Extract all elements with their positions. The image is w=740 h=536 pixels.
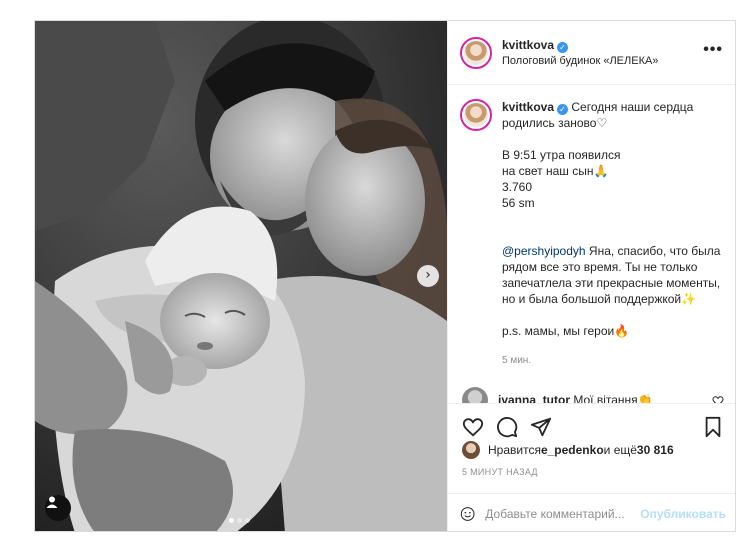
verified-badge-icon: ✓ <box>557 104 569 115</box>
author-avatar[interactable] <box>460 36 492 69</box>
caption-paragraph-2: В 9:51 утра появился на свет наш сын🙏 3.… <box>502 148 621 210</box>
caption-paragraph-3: @pershyipodyh Яна, спасибо, что была ряд… <box>502 227 722 307</box>
carousel-dot <box>245 518 250 523</box>
caption-avatar[interactable] <box>460 99 492 131</box>
mention-link[interactable]: @pershyipodyh <box>502 244 586 258</box>
emoji-smiley-icon[interactable] <box>460 502 475 526</box>
likes-prefix: Нравится <box>488 443 541 457</box>
carousel-indicators <box>229 518 250 523</box>
caption-time: 5 мин. <box>502 355 532 366</box>
comment-bubble-icon[interactable] <box>496 416 518 438</box>
post-header: kvittkova ✓ Пологовий будинок «ЛЕЛЕКА» ••… <box>448 21 735 85</box>
like-heart-icon[interactable] <box>462 416 484 438</box>
commenter-username[interactable]: ivanna_tutor <box>498 393 570 403</box>
tagged-users-button[interactable] <box>45 495 71 521</box>
caption: kvittkova ✓ Сегодня наши сердца родились … <box>460 99 726 369</box>
caption-paragraph-4: p.s. мамы, мы герои🔥 <box>502 324 630 338</box>
comment-input[interactable] <box>485 506 641 521</box>
author-username[interactable]: kvittkova <box>502 38 554 52</box>
post-photo[interactable]: › <box>35 21 447 531</box>
verified-badge-icon: ✓ <box>557 41 569 53</box>
carousel-dot <box>237 518 242 523</box>
publish-comment-button[interactable]: Опубликовать <box>640 507 726 521</box>
more-options-button[interactable]: ••• <box>703 41 723 59</box>
add-comment-bar: Опубликовать <box>448 493 735 531</box>
likes-middle: и ещё <box>603 443 637 457</box>
commenter-avatar[interactable] <box>462 387 488 403</box>
carousel-dot <box>229 518 234 523</box>
save-bookmark-icon[interactable] <box>702 416 724 438</box>
user-icon <box>46 496 58 508</box>
comment-item: ivanna_tutor Мої вітання👏 <box>460 387 726 403</box>
caption-username[interactable]: kvittkova <box>502 100 554 114</box>
share-paper-plane-icon[interactable] <box>530 416 552 438</box>
photo-illustration <box>35 21 447 531</box>
likes-summary[interactable]: Нравится e_pedenko и ещё 30 816 <box>462 441 674 459</box>
post-card: › kvittkova ✓ Пологовий будинок «ЛЕЛЕКА» … <box>34 20 736 532</box>
like-comment-heart-icon[interactable] <box>712 395 724 403</box>
liker-username[interactable]: e_pedenko <box>541 443 604 457</box>
post-location[interactable]: Пологовий будинок «ЛЕЛЕКА» <box>502 53 658 69</box>
next-photo-button[interactable]: › <box>417 265 439 287</box>
comment-text: Мої вітання👏 <box>573 393 653 403</box>
comments-area[interactable]: kvittkova ✓ Сегодня наши сердца родились … <box>448 85 735 403</box>
liker-avatar <box>462 441 480 459</box>
post-timestamp[interactable]: 5 МИНУТ НАЗАД <box>462 467 538 477</box>
post-side-panel: kvittkova ✓ Пологовий будинок «ЛЕЛЕКА» ••… <box>447 21 735 531</box>
likes-count[interactable]: 30 816 <box>637 443 674 457</box>
